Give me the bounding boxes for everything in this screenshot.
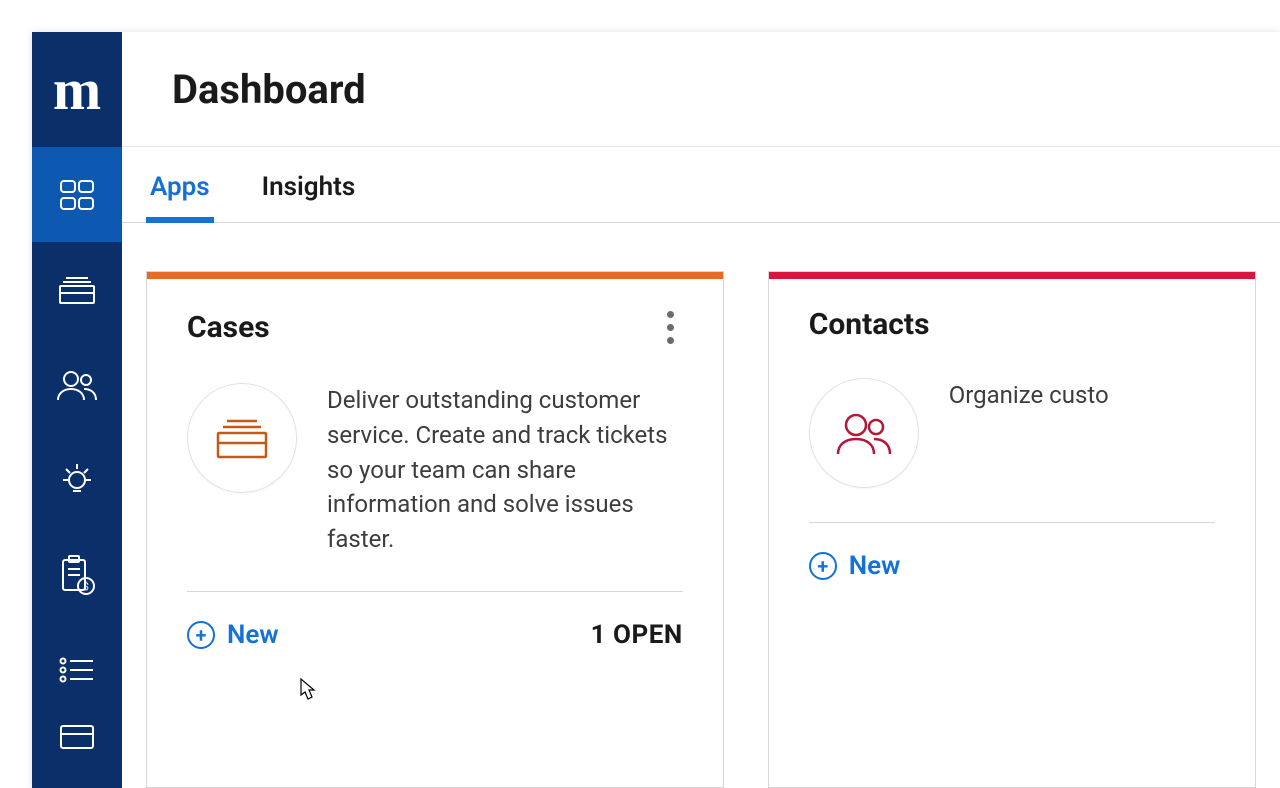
new-label: New	[849, 551, 901, 581]
card-head: Cases	[147, 279, 723, 347]
card-head: Contacts	[769, 279, 1255, 342]
inbox-icon	[57, 274, 97, 306]
content: Cases Deliver outstanding cus	[122, 223, 1280, 788]
sidebar-item-contacts[interactable]	[32, 337, 122, 432]
app-logo[interactable]: m	[32, 32, 122, 147]
card-description: Deliver outstanding customer service. Cr…	[327, 383, 683, 557]
card-body: Organize custo	[769, 342, 1255, 522]
open-count[interactable]: 1 OPEN	[591, 620, 683, 650]
people-icon	[55, 368, 99, 402]
sidebar-item-more[interactable]	[32, 717, 122, 757]
new-label: New	[227, 620, 279, 650]
plus-icon: +	[187, 621, 215, 649]
kebab-menu-icon[interactable]	[659, 307, 683, 347]
sidebar: m	[32, 32, 122, 788]
header: Dashboard	[122, 32, 1280, 147]
sidebar-item-billing[interactable]: $	[32, 527, 122, 622]
tab-apps[interactable]: Apps	[146, 154, 214, 222]
card-title: Contacts	[809, 307, 930, 342]
card-footer: + New 1 OPEN	[147, 592, 723, 686]
list-icon	[57, 655, 97, 685]
card-footer: + New	[769, 523, 1255, 617]
svg-text:$: $	[83, 580, 89, 593]
cases-icon	[187, 383, 297, 493]
card-cases: Cases Deliver outstanding cus	[146, 271, 724, 788]
clipboard-money-icon: $	[57, 554, 97, 596]
card-icon	[57, 722, 97, 752]
new-case-button[interactable]: + New	[187, 620, 279, 650]
card-stripe	[147, 272, 723, 279]
main: Dashboard Apps Insights Cases	[122, 32, 1280, 788]
card-title: Cases	[187, 310, 270, 345]
contacts-icon	[809, 378, 919, 488]
card-description: Organize custo	[949, 378, 1109, 413]
sidebar-item-dashboard[interactable]	[32, 147, 122, 242]
grid-icon	[57, 175, 97, 215]
tabs: Apps Insights	[122, 147, 1280, 223]
sidebar-item-lists[interactable]	[32, 622, 122, 717]
plus-icon: +	[809, 552, 837, 580]
app-frame: m	[32, 32, 1280, 788]
lightbulb-icon	[57, 460, 97, 500]
card-contacts: Contacts Organize custo	[768, 271, 1256, 788]
tab-insights[interactable]: Insights	[258, 154, 360, 222]
page-title: Dashboard	[172, 66, 366, 113]
new-contact-button[interactable]: + New	[809, 551, 901, 581]
sidebar-item-ideas[interactable]	[32, 432, 122, 527]
sidebar-item-cases[interactable]	[32, 242, 122, 337]
card-stripe	[769, 272, 1255, 279]
card-body: Deliver outstanding customer service. Cr…	[147, 347, 723, 591]
